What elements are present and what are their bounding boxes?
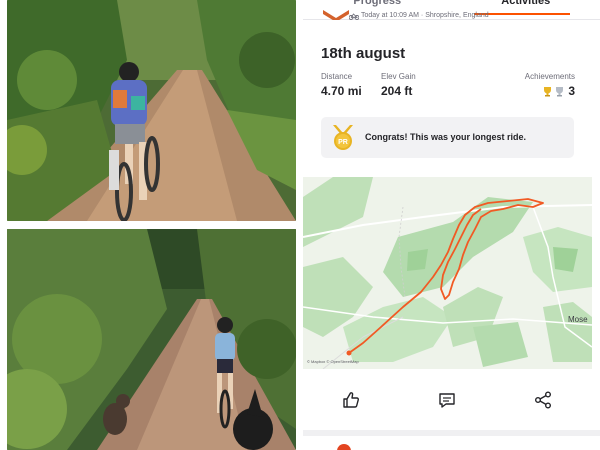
map-attribution[interactable]: © Mapbox © OpenStreetMap — [307, 359, 359, 364]
stat-distance: Distance 4.70 mi — [321, 72, 362, 98]
activity-actions — [303, 386, 592, 414]
stat-elev-label: Elev Gain — [381, 72, 416, 81]
bike-icon — [349, 13, 359, 20]
photo-child-with-dogs-image — [7, 229, 296, 450]
next-activity-avatar[interactable] — [337, 444, 351, 450]
share-icon[interactable] — [533, 390, 553, 410]
pr-medal-text: PR — [338, 139, 348, 146]
photo-child-with-dogs — [7, 229, 296, 450]
stat-elev-value: 204 ft — [381, 84, 413, 98]
achievements-row: 3 — [521, 84, 575, 98]
congrats-message: Congrats! This was your longest ride. — [365, 132, 527, 142]
activity-time-location: Today at 10:09 AM · Shropshire, England — [361, 12, 489, 19]
thumbs-up-icon[interactable] — [341, 390, 361, 410]
pr-medal-icon: PR — [333, 125, 353, 150]
gold-trophy-icon — [544, 86, 552, 96]
map-place-label: Mose — [568, 315, 588, 324]
strava-activity-panel: Progress Activities Today at 10:09 AM · … — [303, 0, 600, 450]
stat-distance-value: 4.70 mi — [321, 84, 362, 98]
photo-cyclist-path — [7, 0, 296, 221]
comment-icon[interactable] — [437, 390, 457, 410]
route-map-canvas — [303, 177, 592, 369]
photo-cyclist-path-image — [7, 0, 296, 221]
activity-meta: Today at 10:09 AM · Shropshire, England — [323, 10, 583, 24]
stat-distance-label: Distance — [321, 72, 353, 81]
stat-elev-gain: Elev Gain 204 ft — [381, 72, 416, 98]
stat-achievements-label: Achievements — [524, 72, 575, 81]
activity-title[interactable]: 18th august — [321, 45, 405, 62]
silver-trophy-icon — [556, 86, 564, 96]
athlete-badge-icon — [323, 10, 349, 20]
route-start-marker — [346, 350, 352, 356]
stat-achievements[interactable]: Achievements 3 — [521, 72, 575, 98]
route-map[interactable]: Mose © Mapbox © OpenStreetMap — [303, 177, 592, 369]
feed-divider — [303, 430, 600, 436]
achievements-count: 3 — [568, 84, 575, 98]
screenshot-collage: Progress Activities Today at 10:09 AM · … — [0, 0, 600, 450]
congrats-card[interactable]: PR Congrats! This was your longest ride. — [321, 117, 574, 158]
